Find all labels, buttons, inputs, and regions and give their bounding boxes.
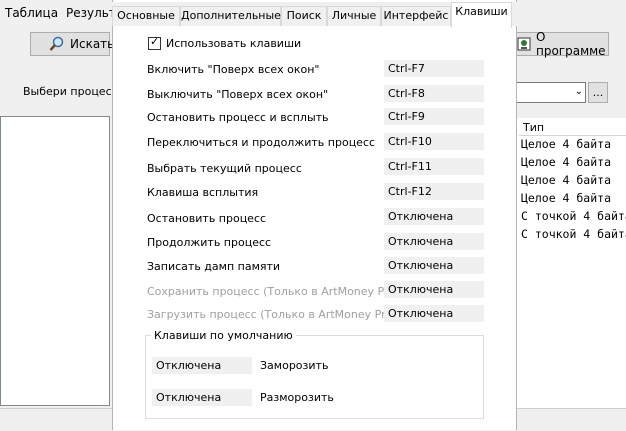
tab-hotkeys[interactable]: Клавиши xyxy=(451,2,512,28)
hotkey-field[interactable]: Отключена xyxy=(384,233,484,250)
magnifier-icon xyxy=(49,36,65,52)
table-row[interactable]: С точкой 4 байта xyxy=(521,209,626,223)
hotkey-label: Переключиться и продолжить процесс xyxy=(147,136,376,149)
column-header-type[interactable]: Тип xyxy=(519,119,626,136)
hotkey-field[interactable]: Ctrl-F10 xyxy=(384,133,484,150)
search-button[interactable]: Искать xyxy=(30,32,114,56)
table-row[interactable]: Целое 4 байта xyxy=(521,191,611,205)
hotkey-label: Включить "Поверх всех окон" xyxy=(147,63,320,76)
hotkey-label: Клавиша всплытия xyxy=(147,186,259,199)
hotkey-field[interactable]: Отключена xyxy=(384,208,484,225)
unfreeze-key-field[interactable]: Отключена xyxy=(152,389,252,406)
tab-personal[interactable]: Личные xyxy=(327,6,381,26)
process-combo[interactable]: ⌄ xyxy=(516,82,586,103)
table-row[interactable]: Целое 4 байта xyxy=(521,173,611,187)
hotkey-label: Выключить "Поверх всех окон" xyxy=(147,88,329,101)
hotkey-label: Остановить процесс xyxy=(147,212,267,225)
browse-button[interactable]: ... xyxy=(588,82,608,103)
tab-interface[interactable]: Интерфейс xyxy=(381,6,451,26)
chevron-down-icon: ⌄ xyxy=(574,86,583,97)
hotkey-label: Выбрать текущий процесс xyxy=(147,162,302,175)
menu-item-table[interactable]: Таблица xyxy=(5,6,58,20)
results-table[interactable]: Тип Целое 4 байта Целое 4 байта Целое 4 … xyxy=(516,118,626,408)
unfreeze-label: Разморозить xyxy=(260,391,334,404)
use-keys-checkbox[interactable]: ✓ xyxy=(148,35,161,50)
about-button-label: О программе xyxy=(536,30,606,58)
hotkey-label: Продолжить процесс xyxy=(147,236,272,249)
freeze-key-field[interactable]: Отключена xyxy=(152,357,252,374)
tab-search[interactable]: Поиск xyxy=(281,6,327,26)
table-row[interactable]: Целое 4 байта xyxy=(521,155,611,169)
hotkey-field[interactable]: Ctrl-F9 xyxy=(384,108,484,125)
hotkey-label: Остановить процесс и всплыть xyxy=(147,111,329,124)
about-icon xyxy=(516,36,532,52)
about-button[interactable]: О программе xyxy=(513,30,609,58)
hotkey-field[interactable]: Ctrl-F8 xyxy=(384,85,484,102)
freeze-label: Заморозить xyxy=(260,359,329,372)
tab-strip: Основные Дополнительные Поиск Личные Инт… xyxy=(112,2,517,28)
select-process-label: Выбери процесс xyxy=(23,85,118,98)
tab-advanced[interactable]: Дополнительные xyxy=(180,6,281,26)
table-row[interactable]: С точкой 4 байта xyxy=(521,227,626,241)
hotkey-field[interactable]: Ctrl-F7 xyxy=(384,60,484,77)
checkmark-icon: ✓ xyxy=(150,35,160,48)
search-button-label: Искать xyxy=(70,37,115,51)
hotkey-field[interactable]: Отключена xyxy=(384,305,484,322)
tab-basic[interactable]: Основные xyxy=(112,6,180,26)
table-row[interactable]: Целое 4 байта xyxy=(521,137,611,151)
use-keys-label: Использовать клавиши xyxy=(166,37,302,50)
hotkey-field[interactable]: Ctrl-F11 xyxy=(384,158,484,175)
hotkey-field[interactable]: Отключена xyxy=(384,257,484,274)
hotkey-label: Загрузить процесс (Только в ArtMoney Pro… xyxy=(147,308,397,321)
hotkey-label: Сохранить процесс (Только в ArtMoney Pro… xyxy=(147,285,400,298)
defaults-group-title: Клавиши по умолчанию xyxy=(151,329,296,342)
defaults-groupbox xyxy=(145,335,484,419)
hotkey-field[interactable]: Ctrl-F12 xyxy=(384,183,484,200)
left-list-panel[interactable] xyxy=(0,116,110,406)
hotkey-field[interactable]: Отключена xyxy=(384,281,484,298)
hotkey-label: Записать дамп памяти xyxy=(147,260,281,273)
